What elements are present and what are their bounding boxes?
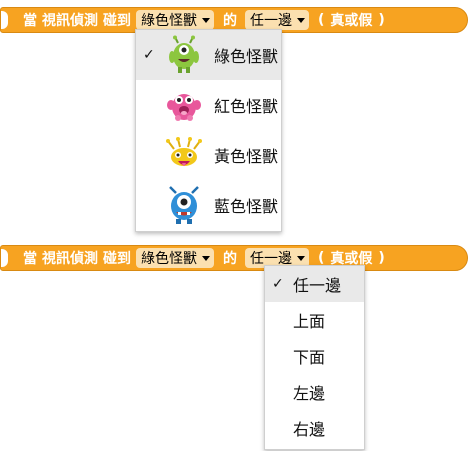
menu-item-label: 黃色怪獸 [214,147,279,166]
video-sensing-label: 視訊偵測 [42,251,98,267]
of-label: 的 [223,251,237,267]
menu-item-label: 右邊 [293,420,326,439]
menu-item-label: 左邊 [293,384,326,403]
menu-item-label: 紅色怪獸 [214,97,279,116]
menu-item-top[interactable]: 上面 [265,302,364,338]
sprite-dropdown[interactable]: 綠色怪獸 [136,10,214,30]
result-label: 真或假 [330,13,373,29]
menu-item-green-monster[interactable]: ✓ 綠色怪獸 [136,30,281,80]
paren-close: ) [378,250,385,266]
sprite-dropdown-value: 綠色怪獸 [141,251,197,267]
menu-item-label: 上面 [293,312,326,331]
block-notch [1,11,8,29]
menu-item-any-side[interactable]: ✓ 任一邊 [265,266,364,302]
menu-item-label: 藍色怪獸 [214,197,279,216]
paren-close: ) [378,12,385,28]
when-label: 當 [23,13,37,29]
paren-open: ( [318,12,325,28]
menu-item-pink-monster[interactable]: 紅色怪獸 [136,80,281,130]
menu-item-blue-monster[interactable]: 藍色怪獸 [136,180,281,230]
when-label: 當 [23,251,37,267]
checkmark-icon: ✓ [272,276,284,292]
of-label: 的 [223,13,237,29]
menu-item-label: 綠色怪獸 [214,47,279,66]
touching-label: 碰到 [103,251,131,267]
menu-item-yellow-monster[interactable]: 黃色怪獸 [136,130,281,180]
side-dropdown-value: 任一邊 [250,13,292,29]
paren-open: ( [318,250,325,266]
touching-label: 碰到 [103,13,131,29]
video-sensing-label: 視訊偵測 [42,13,98,29]
block-notch [1,249,8,267]
side-dropdown-menu: ✓ 任一邊 上面 下面 左邊 右邊 [264,265,365,450]
green-monster-icon [169,35,199,73]
menu-item-label: 任一邊 [293,276,342,295]
checkmark-icon: ✓ [143,47,155,63]
sprite-dropdown-menu: ✓ 綠色怪獸 紅色怪獸 黃色怪獸 藍色怪獸 [135,29,282,232]
menu-item-right[interactable]: 右邊 [265,410,364,446]
chevron-down-icon [202,17,210,23]
menu-item-left[interactable]: 左邊 [265,374,364,410]
sprite-dropdown[interactable]: 綠色怪獸 [136,248,214,268]
video-sensing-block-2[interactable]: 當 視訊偵測 碰到 綠色怪獸 的 任一邊 ( 真或假 ) [0,245,468,271]
side-dropdown[interactable]: 任一邊 [245,10,309,30]
pink-monster-icon [167,94,201,121]
menu-item-bottom[interactable]: 下面 [265,338,364,374]
chevron-down-icon [297,255,305,261]
chevron-down-icon [297,17,305,23]
canvas: 當 視訊偵測 碰到 綠色怪獸 的 任一邊 ( 真或假 ) ✓ 綠色怪獸 紅色怪獸… [0,0,475,451]
menu-item-label: 下面 [293,348,326,367]
sprite-dropdown-value: 綠色怪獸 [141,13,197,29]
blue-monster-icon [169,186,199,224]
chevron-down-icon [202,255,210,261]
yellow-monster-icon [166,137,202,166]
